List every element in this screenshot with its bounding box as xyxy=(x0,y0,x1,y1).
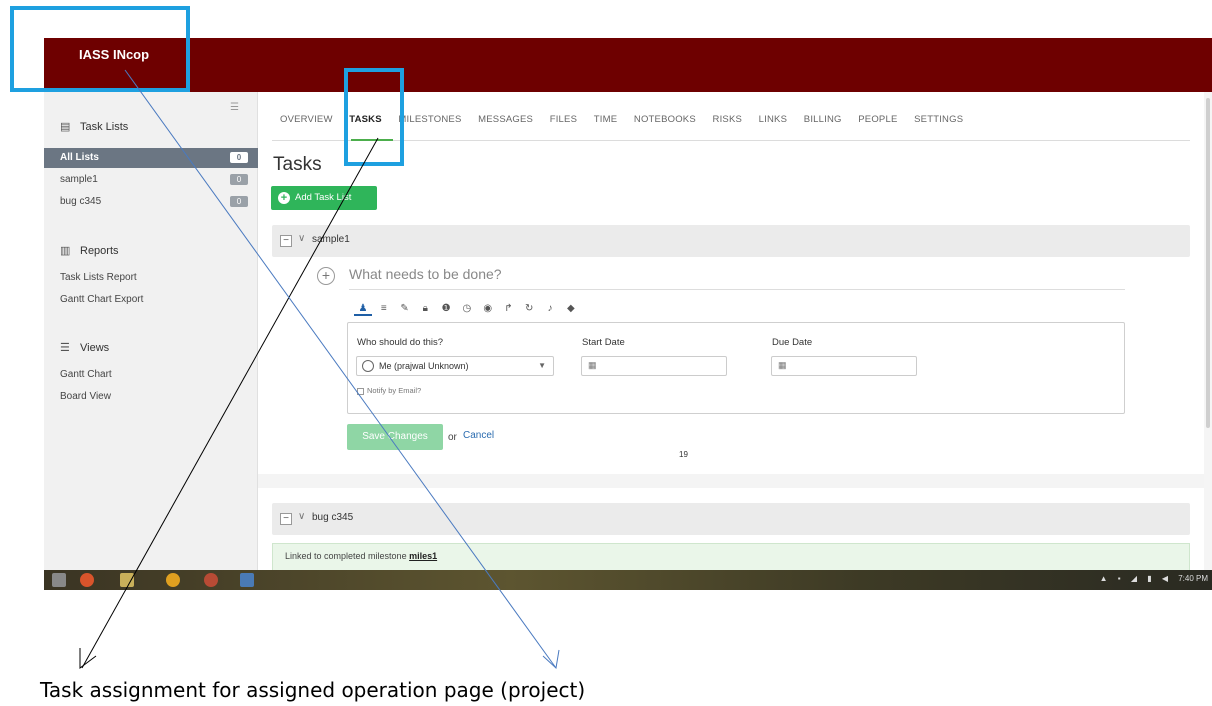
annotation-caption: Task assignment for assigned operation p… xyxy=(40,678,586,702)
black-arrow-line xyxy=(81,137,379,669)
blue-arrow-line xyxy=(124,69,557,669)
annotation-arrows xyxy=(79,69,560,669)
